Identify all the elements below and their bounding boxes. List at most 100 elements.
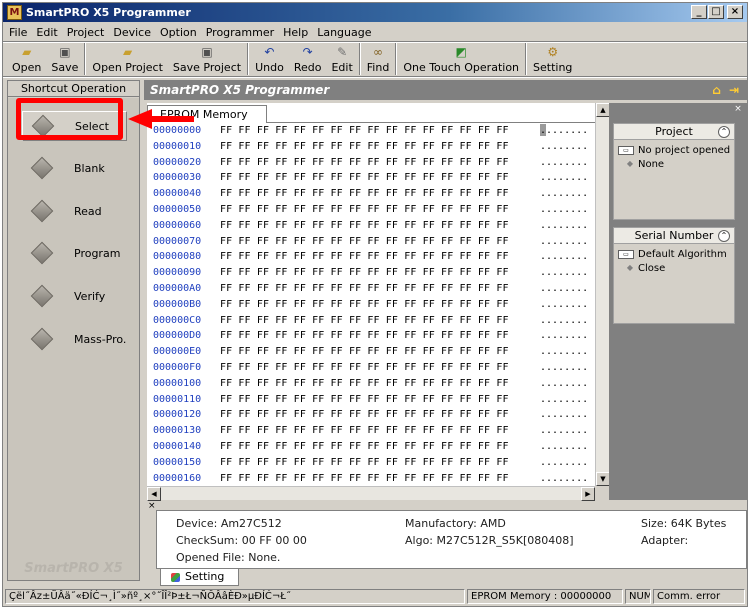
- hex-ascii[interactable]: ........: [540, 236, 588, 247]
- hex-bytes[interactable]: FF FF FF FF FF FF FF FF FF FF FF FF FF F…: [220, 125, 509, 136]
- hex-row[interactable]: 00000100 FF FF FF FF FF FF FF FF FF FF FF…: [147, 378, 595, 394]
- hex-row[interactable]: 000000F0 FF FF FF FF FF FF FF FF FF FF FF…: [147, 362, 595, 378]
- hex-ascii[interactable]: ........: [540, 315, 588, 326]
- hex-bytes[interactable]: FF FF FF FF FF FF FF FF FF FF FF FF FF F…: [220, 283, 509, 294]
- shortcut-read[interactable]: Read: [22, 196, 127, 226]
- hex-row[interactable]: 00000130 FF FF FF FF FF FF FF FF FF FF FF…: [147, 425, 595, 441]
- project-item[interactable]: ▭ No project opened: [614, 143, 734, 157]
- open-project-button[interactable]: ▰ Open Project: [87, 43, 168, 75]
- find-button[interactable]: ∞ Find: [362, 43, 395, 75]
- save-project-button[interactable]: ▣ Save Project: [168, 43, 246, 75]
- hex-bytes[interactable]: FF FF FF FF FF FF FF FF FF FF FF FF FF F…: [220, 473, 509, 484]
- hex-ascii[interactable]: ........: [540, 188, 588, 199]
- shortcut-blank[interactable]: Blank: [22, 153, 127, 183]
- project-sub-item[interactable]: ◆ None: [614, 157, 734, 171]
- shortcut-verify[interactable]: Verify: [22, 281, 127, 311]
- hex-row[interactable]: 00000040 FF FF FF FF FF FF FF FF FF FF FF…: [147, 188, 595, 204]
- menu-language[interactable]: Language: [317, 26, 371, 39]
- hex-ascii[interactable]: ........: [540, 267, 588, 278]
- close-icon[interactable]: ×: [148, 501, 156, 511]
- exit-icon[interactable]: ⇥: [729, 83, 739, 97]
- menu-programmer[interactable]: Programmer: [206, 26, 274, 39]
- edit-button[interactable]: ✎ Edit: [326, 43, 357, 75]
- hex-bytes[interactable]: FF FF FF FF FF FF FF FF FF FF FF FF FF F…: [220, 346, 509, 357]
- hex-ascii[interactable]: ........: [540, 172, 588, 183]
- side-panel-close-icon[interactable]: ×: [733, 105, 743, 115]
- hex-bytes[interactable]: FF FF FF FF FF FF FF FF FF FF FF FF FF F…: [220, 172, 509, 183]
- hex-row[interactable]: 00000110 FF FF FF FF FF FF FF FF FF FF FF…: [147, 394, 595, 410]
- hex-row[interactable]: 00000070 FF FF FF FF FF FF FF FF FF FF FF…: [147, 236, 595, 252]
- hex-ascii[interactable]: ........: [540, 157, 588, 168]
- hex-row[interactable]: 000000B0 FF FF FF FF FF FF FF FF FF FF FF…: [147, 299, 595, 315]
- hex-bytes[interactable]: FF FF FF FF FF FF FF FF FF FF FF FF FF F…: [220, 394, 509, 405]
- undo-button[interactable]: ↶ Undo: [250, 43, 289, 75]
- hex-bytes[interactable]: FF FF FF FF FF FF FF FF FF FF FF FF FF F…: [220, 236, 509, 247]
- panel-splitter[interactable]: ×: [144, 501, 747, 511]
- scroll-right-icon[interactable]: ▶: [581, 487, 595, 501]
- one-touch-operation-button[interactable]: ◩ One Touch Operation: [398, 43, 524, 75]
- redo-button[interactable]: ↷ Redo: [289, 43, 327, 75]
- hex-ascii[interactable]: ........: [540, 425, 588, 436]
- hex-row[interactable]: 00000030 FF FF FF FF FF FF FF FF FF FF FF…: [147, 172, 595, 188]
- close-button[interactable]: ×: [727, 5, 743, 19]
- hex-bytes[interactable]: FF FF FF FF FF FF FF FF FF FF FF FF FF F…: [220, 188, 509, 199]
- hex-ascii[interactable]: ........: [540, 441, 588, 452]
- hex-ascii[interactable]: ........: [540, 378, 588, 389]
- menu-device[interactable]: Device: [113, 26, 151, 39]
- serial-item[interactable]: ▭ Default Algorithm: [614, 247, 734, 261]
- hex-ascii[interactable]: ........: [540, 125, 588, 136]
- collapse-icon[interactable]: ⌃: [718, 230, 730, 242]
- maximize-button[interactable]: □: [708, 5, 724, 19]
- menu-help[interactable]: Help: [283, 26, 308, 39]
- hex-ascii[interactable]: ........: [540, 141, 588, 152]
- hex-row[interactable]: 00000140 FF FF FF FF FF FF FF FF FF FF FF…: [147, 441, 595, 457]
- minimize-button[interactable]: _: [691, 5, 707, 19]
- hex-ascii[interactable]: ........: [540, 457, 588, 468]
- scroll-left-icon[interactable]: ◀: [147, 487, 161, 501]
- hex-ascii[interactable]: ........: [540, 204, 588, 215]
- hex-bytes[interactable]: FF FF FF FF FF FF FF FF FF FF FF FF FF F…: [220, 457, 509, 468]
- hex-horizontal-scrollbar[interactable]: ◀ ▶: [147, 486, 595, 501]
- hex-ascii[interactable]: ........: [540, 283, 588, 294]
- hex-row[interactable]: 00000090 FF FF FF FF FF FF FF FF FF FF FF…: [147, 267, 595, 283]
- hex-bytes[interactable]: FF FF FF FF FF FF FF FF FF FF FF FF FF F…: [220, 330, 509, 341]
- shortcut-program[interactable]: Program: [22, 238, 127, 268]
- hex-row[interactable]: 000000E0 FF FF FF FF FF FF FF FF FF FF FF…: [147, 346, 595, 362]
- save-button[interactable]: ▣ Save: [46, 43, 83, 75]
- hex-bytes[interactable]: FF FF FF FF FF FF FF FF FF FF FF FF FF F…: [220, 362, 509, 373]
- tab-setting[interactable]: Setting: [160, 569, 240, 586]
- hex-bytes[interactable]: FF FF FF FF FF FF FF FF FF FF FF FF FF F…: [220, 267, 509, 278]
- hex-bytes[interactable]: FF FF FF FF FF FF FF FF FF FF FF FF FF F…: [220, 204, 509, 215]
- hex-ascii[interactable]: ........: [540, 362, 588, 373]
- hex-bytes[interactable]: FF FF FF FF FF FF FF FF FF FF FF FF FF F…: [220, 315, 509, 326]
- hex-row[interactable]: 00000050 FF FF FF FF FF FF FF FF FF FF FF…: [147, 204, 595, 220]
- hex-row[interactable]: 00000160 FF FF FF FF FF FF FF FF FF FF FF…: [147, 473, 595, 486]
- hex-ascii[interactable]: ........: [540, 251, 588, 262]
- serial-sub-item[interactable]: ◆ Close: [614, 261, 734, 275]
- hex-ascii[interactable]: ........: [540, 394, 588, 405]
- hex-row[interactable]: 00000120 FF FF FF FF FF FF FF FF FF FF FF…: [147, 409, 595, 425]
- hex-bytes[interactable]: FF FF FF FF FF FF FF FF FF FF FF FF FF F…: [220, 409, 509, 420]
- hex-row[interactable]: 000000A0 FF FF FF FF FF FF FF FF FF FF FF…: [147, 283, 595, 299]
- setting-button[interactable]: ⚙ Setting: [528, 43, 577, 75]
- hex-row[interactable]: 00000150 FF FF FF FF FF FF FF FF FF FF FF…: [147, 457, 595, 473]
- hex-bytes[interactable]: FF FF FF FF FF FF FF FF FF FF FF FF FF F…: [220, 220, 509, 231]
- home-icon[interactable]: ⌂: [712, 83, 721, 97]
- hex-bytes[interactable]: FF FF FF FF FF FF FF FF FF FF FF FF FF F…: [220, 299, 509, 310]
- scroll-down-icon[interactable]: ▼: [596, 472, 610, 486]
- hex-bytes[interactable]: FF FF FF FF FF FF FF FF FF FF FF FF FF F…: [220, 425, 509, 436]
- hex-ascii[interactable]: ........: [540, 473, 588, 484]
- hex-bytes[interactable]: FF FF FF FF FF FF FF FF FF FF FF FF FF F…: [220, 141, 509, 152]
- menu-project[interactable]: Project: [67, 26, 105, 39]
- collapse-icon[interactable]: ⌃: [718, 126, 730, 138]
- scroll-up-icon[interactable]: ▲: [596, 103, 610, 117]
- shortcut-mass-pro[interactable]: Mass-Pro.: [22, 324, 127, 354]
- hex-row[interactable]: 00000060 FF FF FF FF FF FF FF FF FF FF FF…: [147, 220, 595, 236]
- hex-ascii[interactable]: ........: [540, 220, 588, 231]
- menu-edit[interactable]: Edit: [36, 26, 57, 39]
- hex-vertical-scrollbar[interactable]: ▲ ▼: [595, 103, 610, 486]
- hex-bytes[interactable]: FF FF FF FF FF FF FF FF FF FF FF FF FF F…: [220, 251, 509, 262]
- menu-file[interactable]: File: [9, 26, 27, 39]
- hex-bytes[interactable]: FF FF FF FF FF FF FF FF FF FF FF FF FF F…: [220, 378, 509, 389]
- hex-row[interactable]: 000000C0 FF FF FF FF FF FF FF FF FF FF FF…: [147, 315, 595, 331]
